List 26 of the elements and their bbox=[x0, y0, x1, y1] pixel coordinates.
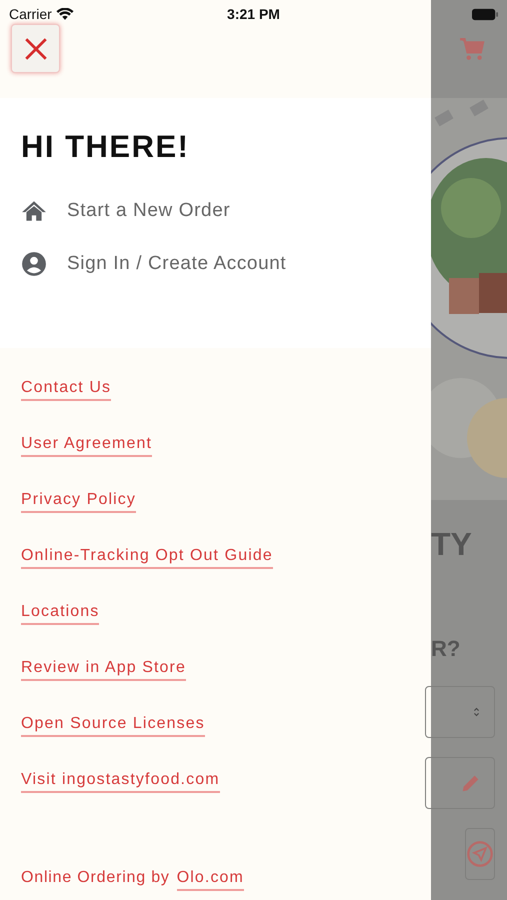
chevron-icon bbox=[473, 706, 480, 718]
menu-item[interactable]: Sign In / Create Account bbox=[21, 237, 431, 290]
menu-link[interactable]: Open Source Licenses bbox=[21, 714, 205, 737]
menu-link[interactable]: Online-Tracking Opt Out Guide bbox=[21, 546, 273, 569]
greeting-heading: HI THERE! bbox=[21, 128, 190, 166]
menu-link[interactable]: User Agreement bbox=[21, 434, 152, 457]
footer-text: Online Ordering by bbox=[21, 869, 170, 887]
menu-item[interactable]: Start a New Order bbox=[21, 184, 431, 237]
question-fragment: R? bbox=[431, 636, 460, 662]
menu-link[interactable]: Privacy Policy bbox=[21, 490, 136, 513]
select-field[interactable] bbox=[425, 686, 495, 738]
user-icon bbox=[21, 250, 47, 276]
menu-link[interactable]: Review in App Store bbox=[21, 658, 186, 681]
close-button[interactable] bbox=[11, 24, 60, 73]
text-field[interactable] bbox=[425, 757, 495, 809]
wifi-icon bbox=[56, 8, 74, 20]
menu-link[interactable]: Contact Us bbox=[21, 378, 112, 401]
carrier-name: Carrier bbox=[9, 6, 52, 22]
navigation-icon bbox=[466, 840, 494, 868]
heading-fragment: TY bbox=[431, 526, 472, 563]
close-icon bbox=[22, 36, 48, 62]
menu-link[interactable]: Visit ingostastyfood.com bbox=[21, 770, 220, 793]
menu-link[interactable]: Locations bbox=[21, 602, 100, 625]
cart-icon bbox=[459, 36, 485, 62]
footer-link[interactable]: Olo.com bbox=[176, 868, 244, 891]
status-time: 3:21 PM bbox=[226, 6, 281, 22]
